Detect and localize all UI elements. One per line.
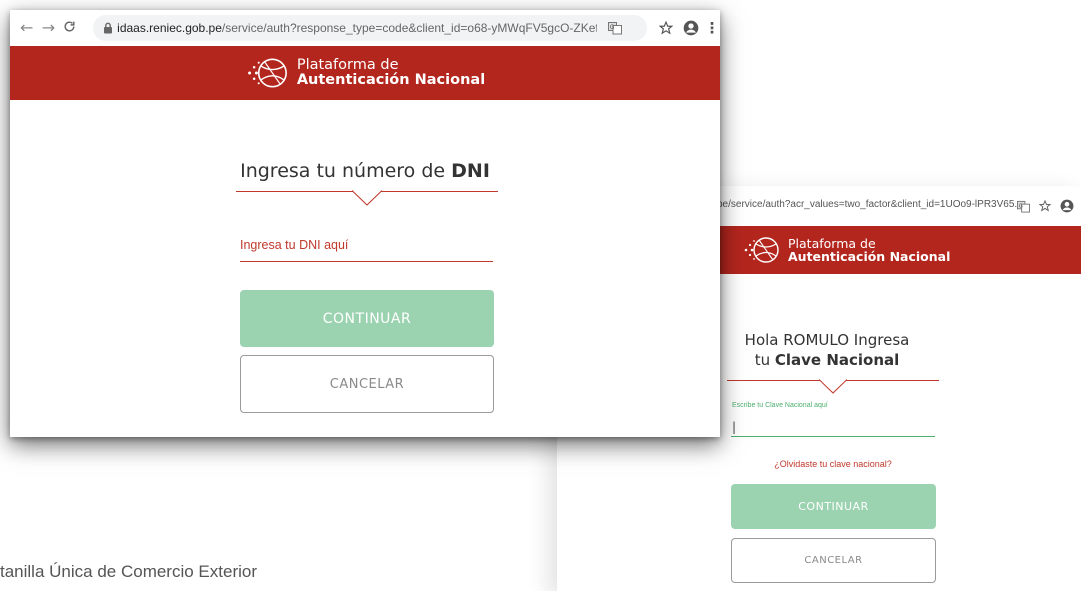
svg-text:G: G — [1018, 203, 1022, 209]
dni-input-placeholder: Ingresa tu DNI aquí — [240, 238, 349, 252]
brand-line-2: Autenticación Nacional — [296, 72, 486, 88]
brand-line-1: Plataforma de — [296, 56, 399, 73]
lock-icon — [103, 19, 117, 38]
title-strong: DNI — [451, 160, 490, 182]
translate-icon[interactable]: G — [1012, 200, 1034, 213]
url-text: pe/service/auth?acr_values=two_factor&cl… — [717, 199, 1017, 210]
title-separator — [236, 190, 498, 211]
browser-toolbar: ← → idaas.reniec.gob.pe/service/auth?res… — [10, 10, 720, 46]
cancel-button[interactable]: CANCELAR — [240, 355, 494, 413]
brand-line-2: Autenticación Nacional — [788, 249, 951, 264]
url-path: /service/auth?response_type=code&client_… — [221, 21, 598, 35]
platform-logo-icon — [742, 233, 784, 267]
title-line-1: Hola ROMULO Ingresa — [744, 331, 910, 349]
title-separator — [727, 379, 939, 400]
address-bar[interactable]: idaas.reniec.gob.pe/service/auth?respons… — [93, 15, 647, 41]
brand-title: Plataforma de Autenticación Nacional — [788, 237, 950, 263]
kebab-menu-icon[interactable]: ⋮ — [704, 19, 720, 37]
continue-button[interactable]: CONTINUAR — [240, 290, 494, 347]
brand-title: Plataforma de Autenticación Nacional — [296, 56, 486, 88]
background-caption: tanilla Única de Comercio Exterior — [0, 562, 257, 581]
clave-input-value: | — [732, 420, 737, 434]
title-prefix: Ingresa tu número de — [240, 160, 452, 182]
back-arrow-icon[interactable]: ← — [20, 20, 42, 36]
cancel-button[interactable]: CANCELAR — [731, 538, 936, 583]
address-bar[interactable]: pe/service/auth?acr_values=two_factor&cl… — [717, 199, 1017, 210]
clave-field-label: Escribe tu Clave Nacional aquí — [732, 402, 828, 409]
page-title: Hola ROMULO Ingresa tu Clave Nacional — [717, 330, 937, 370]
forward-arrow-icon[interactable]: → — [42, 20, 64, 36]
browser-window-dni: ← → idaas.reniec.gob.pe/service/auth?res… — [10, 10, 720, 437]
account-icon[interactable] — [678, 20, 704, 36]
dni-input[interactable]: Ingresa tu DNI aquí — [240, 234, 493, 262]
continue-button[interactable]: CONTINUAR — [731, 484, 936, 529]
title-line-2-strong: Clave Nacional — [774, 351, 900, 369]
forgot-password-link[interactable]: ¿Olvidaste tu clave nacional? — [731, 459, 935, 469]
star-icon[interactable] — [653, 21, 679, 35]
svg-text:G: G — [610, 24, 615, 31]
star-icon[interactable] — [1034, 200, 1056, 212]
title-line-2: tu Clave Nacional — [717, 350, 937, 370]
page-title: Ingresa tu número de DNI — [225, 160, 505, 182]
title-line-2-prefix: tu — [754, 351, 775, 369]
platform-logo-icon — [245, 53, 293, 93]
translate-icon[interactable]: G — [603, 21, 627, 35]
clave-input[interactable]: | — [731, 416, 935, 437]
reload-icon[interactable] — [63, 20, 89, 36]
account-icon[interactable] — [1056, 199, 1078, 213]
brand-header: Plataforma de Autenticación Nacional — [712, 226, 1081, 274]
url-host: idaas.reniec.gob.pe — [117, 21, 222, 35]
brand-header: Plataforma de Autenticación Nacional — [10, 46, 720, 100]
